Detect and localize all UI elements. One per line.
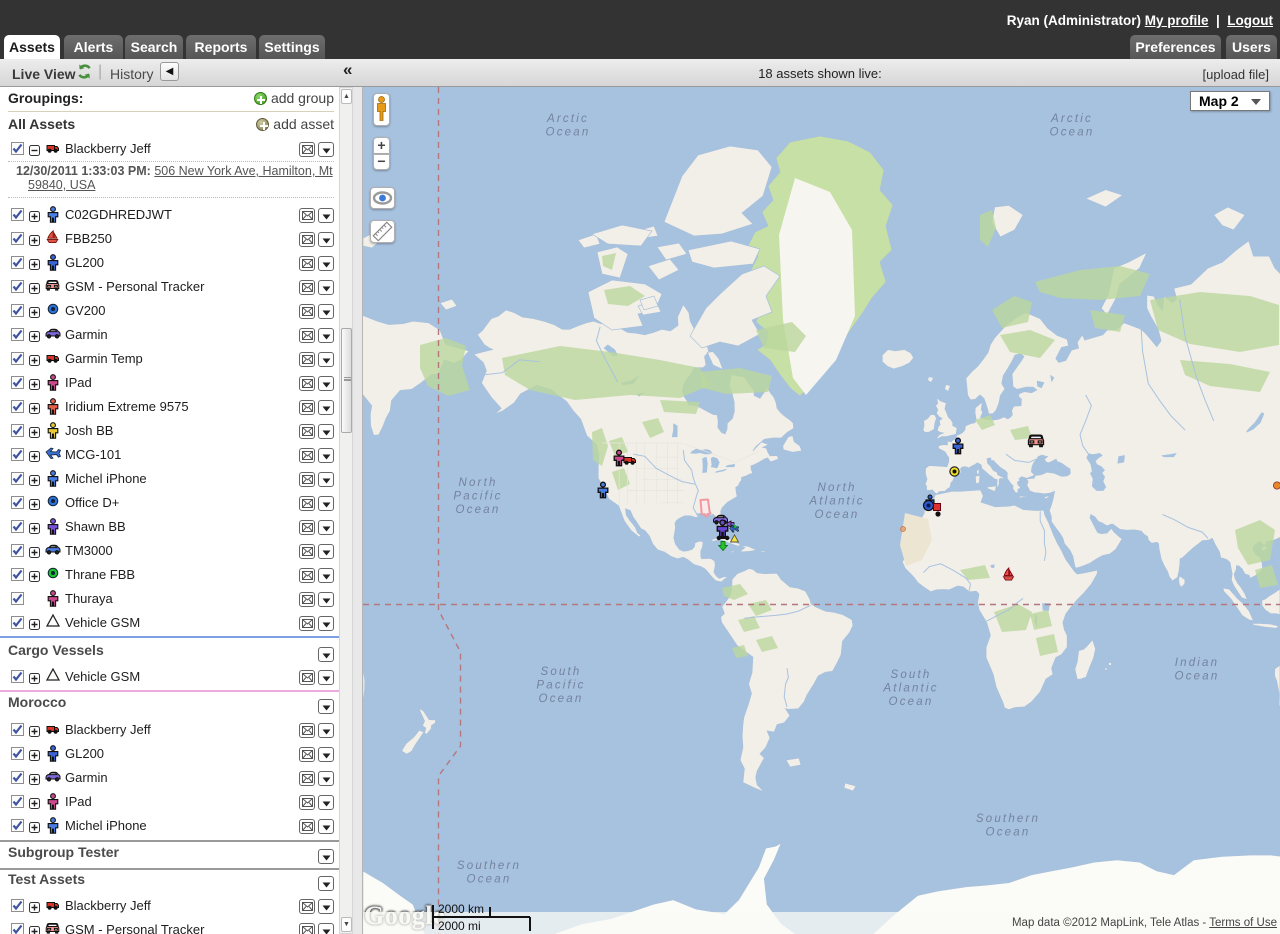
svg-text:ArcticOcean: ArcticOcean xyxy=(1050,113,1095,139)
svg-text:SouthPacificOcean: SouthPacificOcean xyxy=(536,666,585,705)
svg-text:NorthAtlanticOcean: NorthAtlanticOcean xyxy=(808,482,864,521)
svg-text:NorthPacificOcean: NorthPacificOcean xyxy=(453,477,502,516)
svg-text:SouthAtlanticOcean: SouthAtlanticOcean xyxy=(882,669,938,708)
svg-text:IndianOcean: IndianOcean xyxy=(1175,657,1220,683)
svg-text:ArcticOcean: ArcticOcean xyxy=(546,113,591,139)
